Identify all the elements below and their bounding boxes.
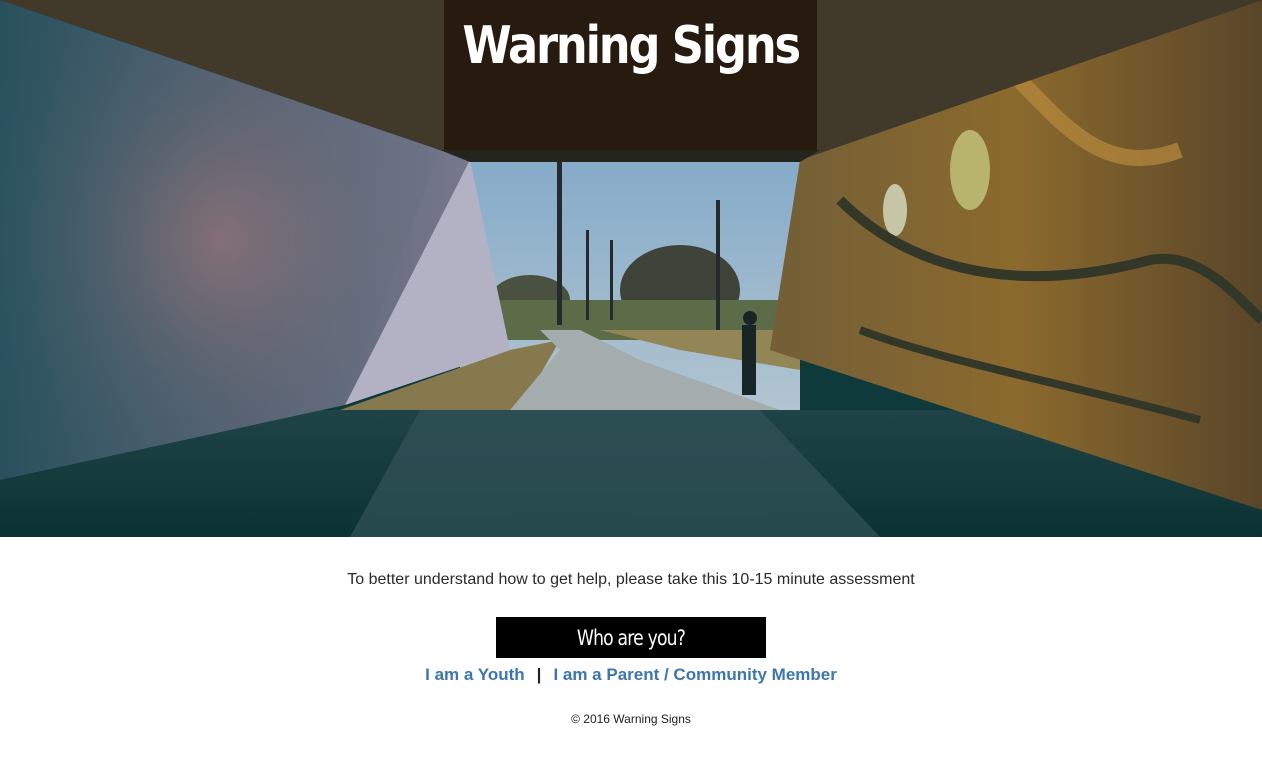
footer-copyright: © 2016 Warning Signs [571,712,691,726]
hero-banner: Warning Signs [0,0,1262,537]
who-are-you-banner: Who are you? [496,617,766,658]
youth-link[interactable]: I am a Youth [425,665,525,684]
who-are-you-label: Who are you? [576,625,686,650]
title-box: Warning Signs [444,0,817,150]
role-links: I am a Youth | I am a Parent / Community M… [0,665,1262,685]
intro-text: To better understand how to get help, pl… [347,571,915,588]
parent-community-link[interactable]: I am a Parent / Community Member [553,665,836,684]
link-separator: | [536,665,542,684]
site-title: Warning Signs [462,16,801,76]
